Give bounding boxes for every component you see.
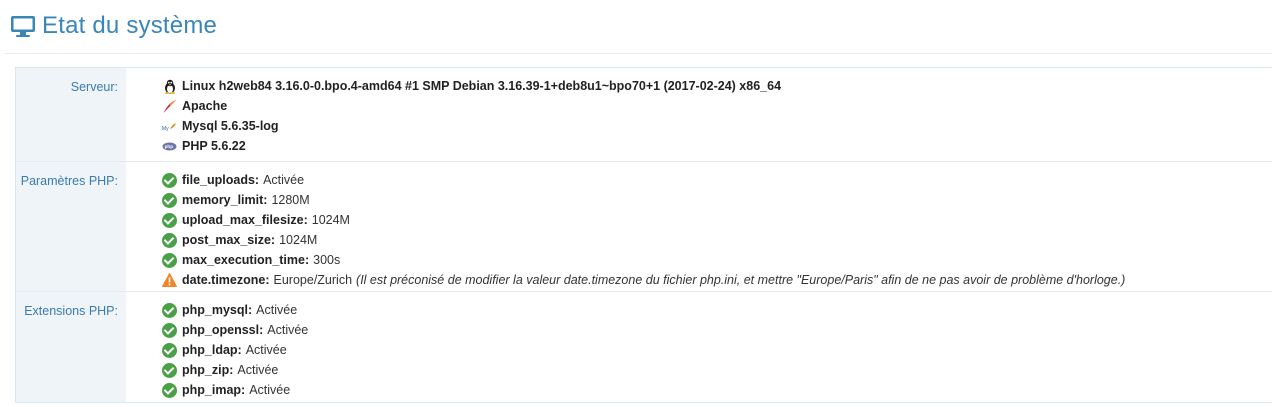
page-title: Etat du système bbox=[42, 12, 218, 39]
php-extensions-list: php_mysql: Activée php_openssl: Activée … bbox=[126, 292, 1272, 402]
php-param-row-warning: date.timezone: Europe/Zurich (Il est pré… bbox=[162, 270, 1272, 290]
php-param-value: Europe/Zurich bbox=[273, 273, 353, 287]
check-circle-icon bbox=[162, 302, 177, 318]
php-param-key: post_max_size: bbox=[182, 233, 276, 247]
section-label-server: Serveur: bbox=[16, 68, 126, 161]
php-extension-key: php_imap: bbox=[182, 383, 246, 397]
php-param-key: date.timezone: bbox=[182, 273, 270, 287]
section-php-extensions: Extensions PHP: php_mysql: Activée php_o… bbox=[16, 292, 1272, 402]
php-extension-row: php_ldap: Activée bbox=[162, 340, 1272, 360]
php-extension-row: php_imap: Activée bbox=[162, 380, 1272, 400]
php-extension-key: php_zip: bbox=[182, 363, 234, 377]
php-param-value: 1280M bbox=[271, 193, 310, 207]
apache-feather-icon bbox=[162, 99, 177, 114]
server-db-text: Mysql 5.6.35-log bbox=[182, 119, 279, 133]
svg-text:My: My bbox=[162, 126, 169, 132]
php-extension-key: php_ldap: bbox=[182, 343, 242, 357]
system-info-table: Serveur: Linux h2web84 3.16.0-0.bpo.4-am… bbox=[15, 67, 1272, 403]
php-extension-value: Activée bbox=[245, 343, 287, 357]
php-param-row: memory_limit: 1280M bbox=[162, 190, 1272, 210]
check-circle-icon bbox=[162, 232, 177, 248]
server-web-text: Apache bbox=[182, 99, 228, 113]
php-extension-row: php_mysql: Activée bbox=[162, 300, 1272, 320]
svg-text:php: php bbox=[165, 144, 174, 149]
check-circle-icon bbox=[162, 322, 177, 338]
monitor-icon bbox=[10, 13, 36, 39]
check-circle-icon bbox=[162, 342, 177, 358]
php-param-row: file_uploads: Activée bbox=[162, 170, 1272, 190]
section-label-php-extensions: Extensions PHP: bbox=[16, 292, 126, 402]
php-param-row: upload_max_filesize: 1024M bbox=[162, 210, 1272, 230]
server-item-os: Linux h2web84 3.16.0-0.bpo.4-amd64 #1 SM… bbox=[162, 76, 1272, 96]
php-extension-row: php_openssl: Activée bbox=[162, 320, 1272, 340]
header-divider bbox=[4, 53, 1272, 54]
php-param-key: file_uploads: bbox=[182, 173, 260, 187]
check-circle-icon bbox=[162, 212, 177, 228]
server-list: Linux h2web84 3.16.0-0.bpo.4-amd64 #1 SM… bbox=[126, 68, 1272, 161]
php-param-key: memory_limit: bbox=[182, 193, 268, 207]
timezone-recommendation-note: (Il est préconisé de modifier la valeur … bbox=[356, 273, 1126, 287]
section-php-params: Paramètres PHP: file_uploads: Activée me… bbox=[16, 162, 1272, 292]
php-extension-value: Activée bbox=[267, 323, 309, 337]
server-os-text: Linux h2web84 3.16.0-0.bpo.4-amd64 #1 SM… bbox=[182, 79, 782, 93]
php-params-list: file_uploads: Activée memory_limit: 1280… bbox=[126, 162, 1272, 291]
server-php-text: PHP 5.6.22 bbox=[182, 139, 246, 153]
check-circle-icon bbox=[162, 362, 177, 378]
check-circle-icon bbox=[162, 172, 177, 188]
check-circle-icon bbox=[162, 192, 177, 208]
php-param-row: max_execution_time: 300s bbox=[162, 250, 1272, 270]
mysql-icon: My bbox=[162, 119, 177, 134]
php-param-key: upload_max_filesize: bbox=[182, 213, 308, 227]
php-extension-value: Activée bbox=[256, 303, 298, 317]
php-extension-key: php_openssl: bbox=[182, 323, 264, 337]
php-extension-row: php_zip: Activée bbox=[162, 360, 1272, 380]
linux-tux-icon bbox=[162, 79, 177, 94]
php-param-key: max_execution_time: bbox=[182, 253, 310, 267]
page-header: Etat du système bbox=[10, 8, 217, 44]
php-extension-value: Activée bbox=[237, 363, 279, 377]
php-param-value: 1024M bbox=[279, 233, 318, 247]
server-item-php: php PHP 5.6.22 bbox=[162, 136, 1272, 156]
check-circle-icon bbox=[162, 252, 177, 268]
server-item-db: My Mysql 5.6.35-log bbox=[162, 116, 1272, 136]
php-extension-key: php_mysql: bbox=[182, 303, 253, 317]
section-server: Serveur: Linux h2web84 3.16.0-0.bpo.4-am… bbox=[16, 68, 1272, 162]
php-param-value: Activée bbox=[263, 173, 305, 187]
section-label-php-params: Paramètres PHP: bbox=[16, 162, 126, 291]
php-extension-value: Activée bbox=[249, 383, 291, 397]
php-icon: php bbox=[162, 139, 177, 154]
php-param-row: post_max_size: 1024M bbox=[162, 230, 1272, 250]
php-param-value: 1024M bbox=[311, 213, 350, 227]
php-param-value: 300s bbox=[313, 253, 341, 267]
warning-triangle-icon bbox=[162, 273, 177, 288]
server-item-web: Apache bbox=[162, 96, 1272, 116]
check-circle-icon bbox=[162, 382, 177, 398]
